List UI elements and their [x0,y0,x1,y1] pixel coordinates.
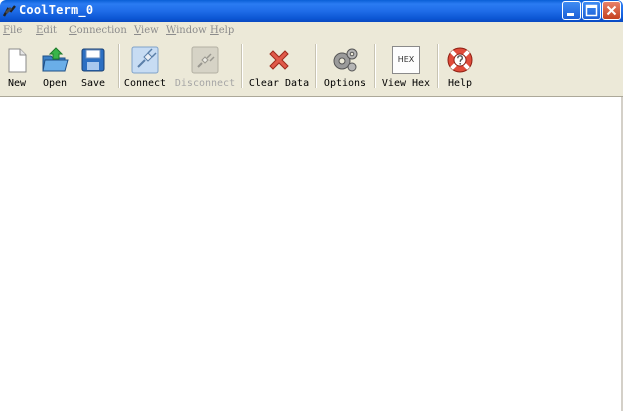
menu-connection-label: onnection [76,25,127,36]
window-title: CoolTerm_0 [19,3,94,17]
menu-window-mnemonic: W [166,25,177,36]
save-label: Save [80,78,106,89]
close-icon [606,5,617,16]
open-label: Open [42,78,68,89]
coolterm-app-icon [2,5,16,17]
help-lifebuoy-icon [447,47,473,73]
menu-view-label: iew [141,25,159,36]
clear-x-icon [269,50,289,70]
clear-data-label: Clear Data [248,78,310,89]
gears-icon [333,48,358,72]
disconnect-plug-icon [191,46,219,74]
menu-edit-label: dit [43,25,57,36]
open-button[interactable]: Open [38,42,72,92]
connect-label: Connect [123,78,167,89]
toolbar-separator [118,44,120,88]
menu-connection[interactable]: Connection [69,25,127,36]
hex-icon: HEX [392,46,420,74]
toolbar-separator [437,44,439,88]
new-document-icon [8,48,27,73]
disconnect-button[interactable]: Disconnect [174,42,236,92]
menu-help[interactable]: Help [210,25,234,36]
options-button[interactable]: Options [322,42,368,92]
options-label: Options [323,78,367,89]
new-label: New [7,78,27,89]
terminal-output-area[interactable] [0,97,623,411]
menu-edit[interactable]: Edit [36,25,57,36]
help-button[interactable]: Help [444,42,476,92]
connect-button[interactable]: Connect [123,42,167,92]
toolbar: New Open Save Connect Disconnect Clear D… [0,40,623,97]
open-folder-icon [42,47,69,72]
toolbar-separator [315,44,317,88]
menu-file[interactable]: File [3,25,22,36]
help-label: Help [447,78,473,89]
connect-plug-icon [131,46,159,74]
save-floppy-icon [81,48,105,72]
clear-data-button[interactable]: Clear Data [248,42,310,92]
menu-file-label: ile [9,25,23,36]
menu-window-label: indow [176,25,207,36]
view-hex-label: View Hex [381,78,431,89]
menu-view[interactable]: View [134,25,159,36]
menu-bar: File Edit Connection View Window Help [0,22,623,40]
menu-window[interactable]: Window [166,25,207,36]
menu-help-label: elp [218,25,235,36]
maximize-button[interactable] [582,1,601,20]
view-hex-button[interactable]: HEX View Hex [381,42,431,92]
minimize-button[interactable] [562,1,581,20]
new-button[interactable]: New [2,42,32,92]
disconnect-label: Disconnect [174,78,236,89]
save-button[interactable]: Save [77,42,109,92]
menu-help-mnemonic: H [210,25,219,36]
menu-file-mnemonic: F [3,25,10,36]
close-button[interactable] [602,1,621,20]
hex-icon-text: HEX [397,55,415,64]
toolbar-separator [241,44,243,88]
minimize-icon [567,13,574,16]
menu-view-mnemonic: V [134,25,142,36]
toolbar-separator [374,44,376,88]
menu-connection-mnemonic: C [69,25,77,36]
maximize-icon [585,4,598,17]
title-bar[interactable]: CoolTerm_0 [0,0,623,22]
